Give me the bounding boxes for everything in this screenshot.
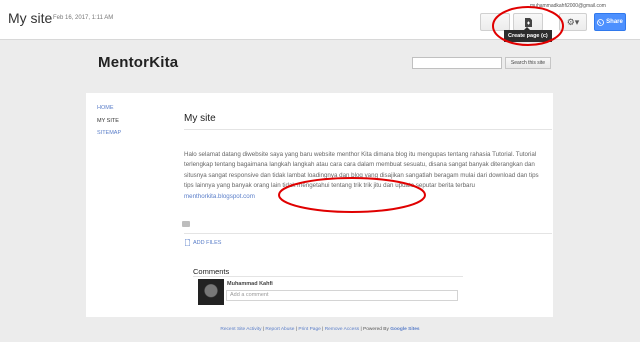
add-files-label: ADD FILES bbox=[193, 239, 222, 246]
user-email[interactable]: muhammadkahfi2000@gmail.com bbox=[530, 3, 606, 9]
site-brand-title[interactable]: MentorKita bbox=[98, 54, 178, 71]
more-actions-button[interactable]: ⚙▾ bbox=[559, 13, 587, 31]
footer-powered-by: Powered By bbox=[363, 327, 389, 332]
comment-input[interactable]: Add a comment bbox=[226, 290, 458, 301]
page-title: My site bbox=[184, 113, 216, 124]
footer-google-sites-link[interactable]: Google Sites bbox=[390, 327, 419, 332]
footer-link-remove-access[interactable]: Remove Access bbox=[325, 327, 359, 332]
share-button[interactable]: Share bbox=[594, 13, 626, 31]
page-body: Halo selamat datang diwebsite saya yang … bbox=[184, 150, 544, 202]
footer-link-report-abuse[interactable]: Report Abuse bbox=[265, 327, 294, 332]
comments-title: Comments bbox=[193, 267, 230, 276]
footer: Recent Site Activity | Report Abuse | Pr… bbox=[220, 327, 420, 332]
edit-page-button[interactable] bbox=[480, 13, 510, 31]
nav-item-my-site[interactable]: MY SITE bbox=[97, 118, 119, 124]
folder-icon bbox=[182, 221, 190, 227]
last-edited-date: Feb 16, 2017, 1:11 AM bbox=[53, 15, 114, 21]
share-label: Share bbox=[606, 19, 623, 25]
gear-icon: ⚙▾ bbox=[566, 16, 580, 27]
search-input[interactable] bbox=[412, 57, 502, 69]
file-icon bbox=[185, 239, 190, 246]
site-title[interactable]: My site bbox=[8, 10, 52, 26]
add-files-button[interactable]: ADD FILES bbox=[185, 239, 221, 246]
divider bbox=[193, 276, 463, 277]
globe-icon bbox=[597, 18, 605, 26]
create-page-tooltip: Create page (c) bbox=[504, 27, 552, 42]
nav-item-home[interactable]: HOME bbox=[97, 105, 114, 111]
comment-author: Muhammad Kahfi bbox=[227, 281, 273, 287]
blog-link[interactable]: menthorkita.blogspot.com bbox=[184, 193, 255, 200]
search-button[interactable]: Search this site bbox=[505, 57, 551, 69]
divider bbox=[184, 129, 552, 130]
footer-link-print-page[interactable]: Print Page bbox=[298, 327, 320, 332]
divider bbox=[184, 233, 552, 234]
content-panel: HOME MY SITE SITEMAP My site Halo selama… bbox=[86, 93, 553, 317]
create-page-icon bbox=[524, 17, 532, 27]
page-body-text: Halo selamat datang diwebsite saya yang … bbox=[184, 151, 539, 190]
avatar bbox=[198, 279, 224, 305]
nav-item-sitemap[interactable]: SITEMAP bbox=[97, 130, 121, 136]
footer-link-recent-activity[interactable]: Recent Site Activity bbox=[220, 327, 261, 332]
